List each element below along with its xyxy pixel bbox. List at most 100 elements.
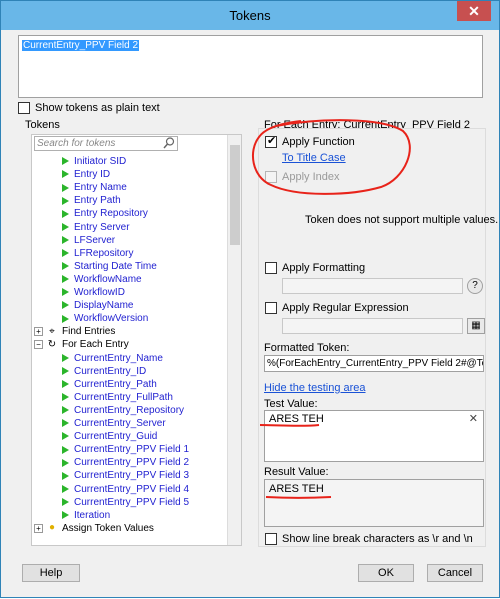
regex-input[interactable] xyxy=(282,318,463,334)
tree-item[interactable]: CurrentEntry_PPV Field 3 xyxy=(62,469,189,482)
ok-label: OK xyxy=(378,567,394,579)
tree-item[interactable]: Entry ID xyxy=(62,168,110,181)
tree-item-label: Assign Token Values xyxy=(62,522,154,534)
ok-button[interactable]: OK xyxy=(358,564,414,582)
token-arrow-icon xyxy=(62,235,69,244)
tree-item[interactable]: + ⌖ Find Entries xyxy=(34,325,115,338)
tree-item-label: Find Entries xyxy=(62,326,116,338)
tree-item-label: Entry Name xyxy=(74,182,127,194)
function-link[interactable]: To Title Case xyxy=(282,152,346,164)
tree-item-label: LFRepository xyxy=(74,247,134,259)
token-arrow-icon xyxy=(62,196,69,205)
tree-item[interactable]: CurrentEntry_ID xyxy=(62,365,146,378)
checkbox-disabled[interactable] xyxy=(265,171,277,184)
token-arrow-icon xyxy=(62,275,69,284)
apply-regex-checkbox[interactable] xyxy=(265,302,277,315)
test-value-label: Test Value: xyxy=(264,398,318,410)
regex-builder-button[interactable]: ▦ xyxy=(467,318,485,334)
tree-item[interactable]: Iteration xyxy=(62,509,110,522)
tree-item[interactable]: CurrentEntry_Server xyxy=(62,417,166,430)
tree-item[interactable]: Entry Repository xyxy=(62,207,148,220)
formatted-token-value: %(ForEachEntry_CurrentEntry_PPV Field 2#… xyxy=(267,358,483,369)
tree-item-label: WorkflowID xyxy=(74,287,125,298)
tree-item[interactable]: CurrentEntry_PPV Field 1 xyxy=(62,443,189,456)
tokens-group-label: Tokens xyxy=(23,119,62,131)
formatting-input[interactable] xyxy=(282,278,463,294)
tree-item[interactable]: LFRepository xyxy=(62,247,133,260)
test-value-text: ARES TEH xyxy=(269,413,324,425)
cancel-label: Cancel xyxy=(437,567,473,579)
tree-item[interactable]: Entry Server xyxy=(62,221,130,234)
formatted-token-field[interactable]: %(ForEachEntry_CurrentEntry_PPV Field 2#… xyxy=(264,355,484,372)
tree-item[interactable]: DisplayName xyxy=(62,299,133,312)
apply-function-label: Apply Function xyxy=(282,136,355,148)
token-text-area[interactable]: CurrentEntry_PPV Field 2 xyxy=(18,35,483,98)
token-arrow-icon xyxy=(62,497,69,506)
checkbox-checked[interactable] xyxy=(265,134,277,149)
search-input[interactable]: Search for tokens xyxy=(34,136,178,151)
apply-formatting-label: Apply Formatting xyxy=(282,262,366,274)
question-icon: ? xyxy=(472,280,478,291)
token-arrow-icon xyxy=(62,511,69,520)
clear-icon[interactable]: ✕ xyxy=(469,412,478,425)
show-plain-text-checkbox[interactable] xyxy=(18,102,30,115)
search-icon[interactable] xyxy=(163,137,175,149)
expand-icon[interactable]: + xyxy=(34,327,43,337)
help-button[interactable]: Help xyxy=(22,564,80,582)
token-arrow-icon xyxy=(62,209,69,218)
tree-item[interactable]: Initiator SID xyxy=(62,155,126,168)
tree-item-label: Entry Server xyxy=(74,221,130,233)
hide-testing-link[interactable]: Hide the testing area xyxy=(264,382,366,394)
apply-formatting-checkbox[interactable] xyxy=(265,262,277,275)
checkbox-box[interactable] xyxy=(265,533,277,546)
token-arrow-icon xyxy=(62,249,69,258)
tree-item-label: Entry ID xyxy=(74,169,111,181)
tree-item-label: Entry Repository xyxy=(74,208,148,220)
tree-item[interactable]: Starting Date Time xyxy=(62,260,157,273)
tree-item[interactable]: − ↻ For Each Entry xyxy=(34,338,129,351)
tree-item-label: CurrentEntry_Name xyxy=(74,352,163,364)
tree-item[interactable]: + ● Assign Token Values xyxy=(34,522,154,535)
checkbox-box[interactable] xyxy=(265,262,277,275)
tree-scrollbar[interactable] xyxy=(227,135,241,545)
tree-item[interactable]: Entry Path xyxy=(62,194,121,207)
token-arrow-icon xyxy=(62,222,69,231)
result-value-text: ARES TEH xyxy=(269,483,324,495)
token-arrow-icon xyxy=(62,288,69,297)
apply-index-checkbox[interactable] xyxy=(265,171,277,184)
help-label: Help xyxy=(39,567,63,579)
formatted-token-label: Formatted Token: xyxy=(264,342,350,354)
token-arrow-icon xyxy=(62,445,69,454)
tree-item[interactable]: CurrentEntry_Guid xyxy=(62,430,157,443)
tree-item[interactable]: WorkflowID xyxy=(62,286,125,299)
scrollbar-thumb[interactable] xyxy=(230,145,240,245)
collapse-icon[interactable]: − xyxy=(34,340,43,350)
tree-item[interactable]: CurrentEntry_Repository xyxy=(62,404,184,417)
tree-item[interactable]: WorkflowVersion xyxy=(62,312,148,325)
tree-item[interactable]: CurrentEntry_PPV Field 4 xyxy=(62,483,189,496)
tree-item[interactable]: LFServer xyxy=(62,234,115,247)
token-arrow-icon xyxy=(62,458,69,467)
token-arrow-icon xyxy=(62,419,69,428)
close-button[interactable]: ✕ xyxy=(457,1,491,21)
show-line-break-checkbox[interactable] xyxy=(265,533,277,546)
apply-function-checkbox[interactable] xyxy=(265,134,277,149)
token-arrow-icon xyxy=(62,484,69,493)
checkbox-box[interactable] xyxy=(18,102,30,115)
expand-icon[interactable]: + xyxy=(34,523,43,533)
tree-item[interactable]: CurrentEntry_Name xyxy=(62,352,163,365)
tree-item[interactable]: CurrentEntry_PPV Field 2 xyxy=(62,456,189,469)
tree-item-label: CurrentEntry_PPV Field 1 xyxy=(74,444,190,456)
tree-item[interactable]: CurrentEntry_Path xyxy=(62,378,157,391)
show-line-break-label: Show line break characters as \r and \n xyxy=(282,533,473,545)
tree-item[interactable]: CurrentEntry_FullPath xyxy=(62,391,173,404)
formatting-help-button[interactable]: ? xyxy=(467,278,483,294)
cancel-button[interactable]: Cancel xyxy=(427,564,483,582)
tree-item[interactable]: CurrentEntry_PPV Field 5 xyxy=(62,496,189,509)
title-bar: Tokens ✕ xyxy=(1,1,499,30)
tree-item[interactable]: Entry Name xyxy=(62,181,127,194)
tree-item[interactable]: WorkflowName xyxy=(62,273,142,286)
test-value-input[interactable]: ARES TEH ✕ xyxy=(264,410,484,462)
checkbox-box[interactable] xyxy=(265,302,277,315)
tree-item-label: Entry Path xyxy=(74,195,121,207)
